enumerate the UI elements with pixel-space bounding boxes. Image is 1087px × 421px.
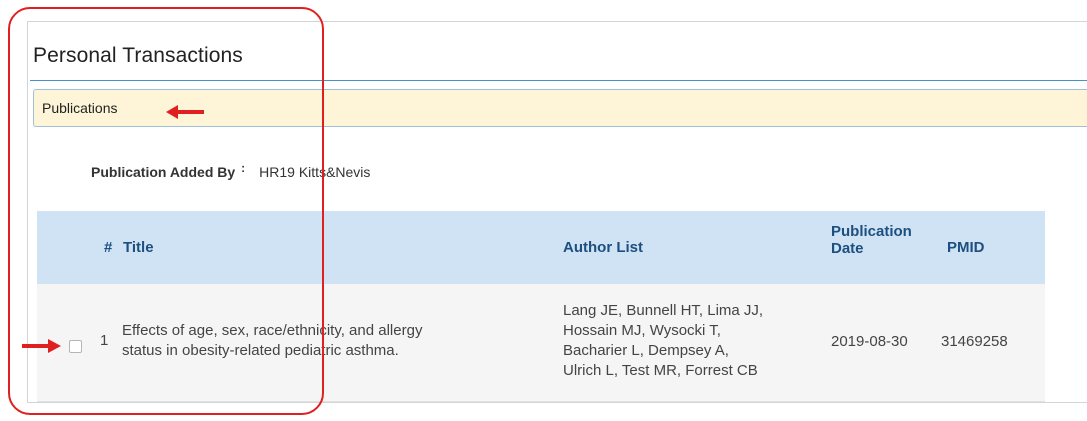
row-authors-line2: Hossain MJ, Wysocki T, [563, 322, 721, 339]
column-header-date[interactable]: Publication Date [831, 223, 912, 257]
annotation-arrow-left-icon [166, 105, 204, 119]
column-header-authors[interactable]: Author List [563, 239, 643, 256]
row-authors-line4: Ulrich L, Test MR, Forrest CB [563, 362, 758, 379]
column-header-date-line2: Date [831, 240, 864, 257]
row-authors: Lang JE, Bunnell HT, Lima JJ, Hossain MJ… [563, 301, 763, 381]
row-authors-line3: Bacharier L, Dempsey A, [563, 342, 729, 359]
row-publication-date: 2019-08-30 [831, 333, 908, 350]
annotation-arrow-right-icon [22, 339, 61, 353]
column-header-date-line1: Publication [831, 223, 912, 240]
row-pmid: 31469258 [941, 333, 1008, 350]
row-authors-line1: Lang JE, Bunnell HT, Lima JJ, [563, 302, 764, 319]
column-header-pmid[interactable]: PMID [947, 239, 985, 256]
